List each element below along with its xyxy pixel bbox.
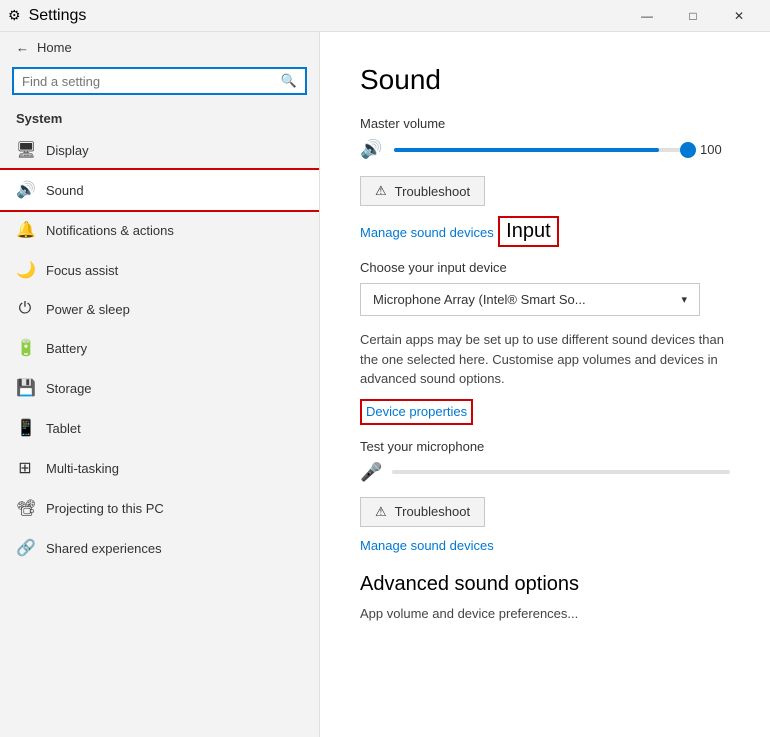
content-area: Sound Master volume 🔊 100 ⚠ Troubleshoot… [320, 32, 770, 737]
battery-icon: 🔋 [16, 338, 34, 358]
manage-devices-link-2[interactable]: Manage sound devices [360, 538, 494, 553]
main-layout: ← Home 🔍 System 🖥 Display 🔊 Sound 🔔 Noti… [0, 32, 770, 737]
sidebar-section-title: System [0, 103, 319, 130]
sidebar-item-label: Multi-tasking [46, 461, 119, 476]
sidebar-item-battery[interactable]: 🔋 Battery [0, 328, 319, 368]
warning-icon: ⚠ [375, 183, 387, 199]
storage-icon: 💾 [16, 378, 34, 398]
sidebar-item-label: Storage [46, 381, 92, 396]
sidebar: ← Home 🔍 System 🖥 Display 🔊 Sound 🔔 Noti… [0, 32, 320, 737]
page-title: Sound [360, 64, 730, 96]
search-box: 🔍 [12, 67, 307, 95]
sidebar-item-label: Power & sleep [46, 302, 130, 317]
notifications-icon: 🔔 [16, 220, 34, 240]
sidebar-item-notifications[interactable]: 🔔 Notifications & actions [0, 210, 319, 250]
device-properties-box: Device properties [360, 399, 473, 425]
sidebar-item-label: Projecting to this PC [46, 501, 164, 516]
sidebar-item-label: Focus assist [46, 263, 118, 278]
sidebar-item-label: Shared experiences [46, 541, 162, 556]
volume-slider[interactable] [394, 148, 688, 152]
info-text: Certain apps may be set up to use differ… [360, 330, 730, 389]
multitasking-icon: ⊞ [16, 458, 34, 478]
input-section-title: Input [500, 218, 556, 245]
sidebar-item-storage[interactable]: 💾 Storage [0, 368, 319, 408]
back-button[interactable]: ← Home [0, 32, 319, 63]
sidebar-item-projecting[interactable]: 📽 Projecting to this PC [0, 488, 319, 528]
projecting-icon: 📽 [16, 498, 34, 518]
mic-icon: 🎤 [360, 462, 382, 483]
choose-input-label: Choose your input device [360, 260, 730, 275]
warning-icon-2: ⚠ [375, 504, 387, 520]
input-section-box: Input [498, 216, 558, 247]
manage-devices-link[interactable]: Manage sound devices [360, 225, 494, 240]
titlebar: ⚙ Settings — □ ✕ [0, 0, 770, 32]
titlebar-controls: — □ ✕ [624, 0, 762, 32]
window-icon: ⚙ [8, 7, 21, 24]
sidebar-item-multitasking[interactable]: ⊞ Multi-tasking [0, 448, 319, 488]
test-mic-label: Test your microphone [360, 439, 730, 454]
mic-row: 🎤 [360, 462, 730, 483]
sidebar-item-display[interactable]: 🖥 Display [0, 130, 319, 170]
search-input[interactable] [22, 74, 281, 89]
back-icon: ← [16, 40, 29, 55]
close-button[interactable]: ✕ [716, 0, 762, 32]
maximize-button[interactable]: □ [670, 0, 716, 32]
troubleshoot-label-2: Troubleshoot [395, 504, 470, 519]
sidebar-item-label: Battery [46, 341, 87, 356]
volume-fill [394, 148, 658, 152]
minimize-button[interactable]: — [624, 0, 670, 32]
sidebar-item-shared[interactable]: 🔗 Shared experiences [0, 528, 319, 568]
advanced-title: Advanced sound options [360, 573, 730, 596]
mic-level-track [392, 470, 730, 474]
volume-thumb[interactable] [680, 142, 696, 158]
titlebar-left: ⚙ Settings [8, 7, 86, 25]
back-label: Home [37, 40, 72, 55]
advanced-sub: App volume and device preferences... [360, 604, 730, 624]
troubleshoot-label: Troubleshoot [395, 184, 470, 199]
volume-value: 100 [700, 142, 730, 157]
search-icon: 🔍 [281, 73, 297, 89]
window-title: Settings [29, 7, 87, 25]
input-device-dropdown[interactable]: Microphone Array (Intel® Smart So... ▾ [360, 283, 700, 316]
troubleshoot-button-2[interactable]: ⚠ Troubleshoot [360, 497, 485, 527]
tablet-icon: 📱 [16, 418, 34, 438]
sound-icon: 🔊 [16, 180, 34, 200]
troubleshoot-button[interactable]: ⚠ Troubleshoot [360, 176, 485, 206]
volume-icon: 🔊 [360, 139, 382, 160]
sidebar-item-label: Sound [46, 183, 84, 198]
dropdown-value: Microphone Array (Intel® Smart So... [373, 292, 586, 307]
sidebar-item-label: Notifications & actions [46, 223, 174, 238]
master-volume-label: Master volume [360, 116, 730, 131]
sidebar-item-power[interactable]: ⏻ Power & sleep [0, 290, 319, 328]
sidebar-item-tablet[interactable]: 📱 Tablet [0, 408, 319, 448]
focus-icon: 🌙 [16, 260, 34, 280]
sidebar-item-label: Tablet [46, 421, 81, 436]
sidebar-item-label: Display [46, 143, 89, 158]
sidebar-item-focus[interactable]: 🌙 Focus assist [0, 250, 319, 290]
sidebar-item-sound[interactable]: 🔊 Sound [0, 170, 319, 210]
volume-row: 🔊 100 [360, 139, 730, 160]
shared-icon: 🔗 [16, 538, 34, 558]
display-icon: 🖥 [16, 140, 34, 160]
chevron-down-icon: ▾ [681, 293, 687, 306]
power-icon: ⏻ [16, 300, 34, 318]
device-properties-link[interactable]: Device properties [366, 404, 467, 419]
